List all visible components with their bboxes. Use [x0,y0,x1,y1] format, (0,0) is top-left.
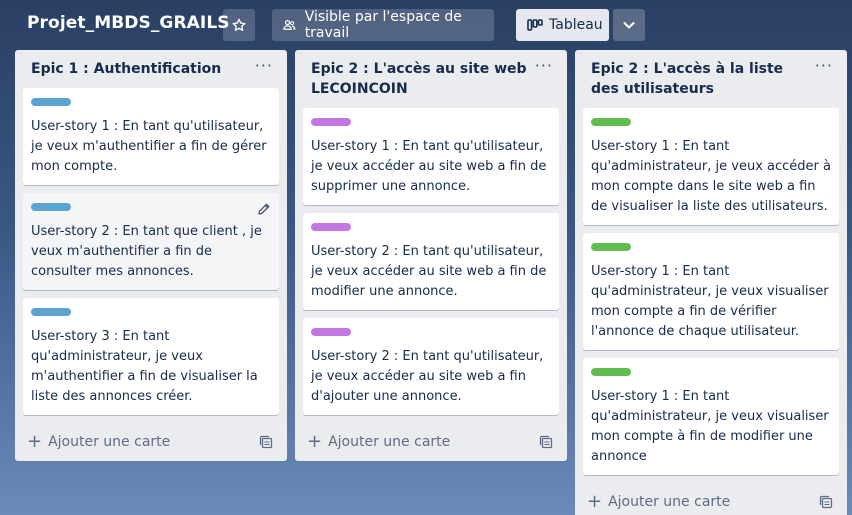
add-card-label: Ajouter une carte [608,494,731,510]
card-label-purple[interactable] [311,118,351,126]
card-text: User-story 1 : En tant qu'utilisateur, j… [311,139,547,194]
card[interactable]: User-story 2 : En tant qu'utilisateur, j… [303,213,559,310]
card[interactable]: User-story 1 : En tant qu'utilisateur, j… [303,108,559,205]
card-text: User-story 2 : En tant qu'utilisateur, j… [311,244,547,299]
list-title[interactable]: Epic 2 : L'accès au site web LECOINCOIN [311,59,527,99]
plus-icon: + [27,431,43,452]
card-text: User-story 1 : En tant qu'administrateur… [591,389,829,464]
add-card-button[interactable]: + Ajouter une carte [295,423,567,461]
card-label-purple[interactable] [311,223,351,231]
board-view-label: Tableau [549,17,603,33]
card[interactable]: User-story 1 : En tant qu'administrateur… [583,358,839,475]
card[interactable]: User-story 2 : En tant qu'utilisateur, j… [303,318,559,415]
card-label-blue[interactable] [31,203,71,211]
card-label-blue[interactable] [31,98,71,106]
board-title[interactable]: Projet_MBDS_GRAILS [27,13,230,33]
board-header: Projet_MBDS_GRAILS Visible par l'espace … [0,0,852,50]
board-view-button[interactable]: Tableau [516,9,609,41]
card[interactable]: User-story 3 : En tant qu'administrateur… [23,298,279,415]
list-epic-1: Epic 1 : Authentification ··· User-story… [15,50,287,461]
list-epic-2-site-web: Epic 2 : L'accès au site web LECOINCOIN … [295,50,567,461]
list-title[interactable]: Epic 1 : Authentification [31,59,247,79]
star-button[interactable] [223,9,255,41]
card-template-icon[interactable] [539,435,553,449]
list-menu-icon[interactable]: ··· [815,56,833,75]
card-label-green[interactable] [591,118,631,126]
add-card-label: Ajouter une carte [48,434,171,450]
card-label-green[interactable] [591,368,631,376]
add-card-button[interactable]: + Ajouter une carte [575,483,847,515]
list-menu-icon[interactable]: ··· [255,56,273,75]
card[interactable]: User-story 1 : En tant qu'administrateur… [583,233,839,350]
list-header: Epic 1 : Authentification ··· [15,50,287,79]
card-template-icon[interactable] [259,435,273,449]
board-icon [527,19,543,31]
card-text: User-story 1 : En tant qu'utilisateur, j… [31,119,267,174]
card-label-green[interactable] [591,243,631,251]
list-menu-icon[interactable]: ··· [535,56,553,75]
visibility-label: Visible par l'espace de travail [304,9,462,41]
card-text: User-story 2 : En tant qu'utilisateur, j… [311,349,544,404]
card-text: User-story 1 : En tant qu'administrateur… [591,139,831,214]
card-text: User-story 3 : En tant qu'administrateur… [31,329,258,404]
list-header: Epic 2 : L'accès au site web LECOINCOIN … [295,50,567,99]
card-text: User-story 1 : En tant qu'administrateur… [591,264,829,339]
list-title[interactable]: Epic 2 : L'accès à la liste des utilisat… [591,59,807,99]
card-label-blue[interactable] [31,308,71,316]
plus-icon: + [307,431,323,452]
card-label-purple[interactable] [311,328,351,336]
team-icon [283,19,296,30]
pencil-icon[interactable] [257,202,271,216]
chevron-down-icon [623,22,635,29]
card-template-icon[interactable] [819,495,833,509]
plus-icon: + [587,491,603,512]
star-icon [232,18,246,31]
list-epic-2-utilisateurs: Epic 2 : L'accès à la liste des utilisat… [575,50,847,515]
card[interactable]: User-story 1 : En tant qu'utilisateur, j… [23,88,279,185]
visibility-button[interactable]: Visible par l'espace de travail [272,9,494,41]
list-header: Epic 2 : L'accès à la liste des utilisat… [575,50,847,99]
view-dropdown-button[interactable] [613,9,645,41]
card[interactable]: User-story 1 : En tant qu'administrateur… [583,108,839,225]
add-card-button[interactable]: + Ajouter une carte [15,423,287,461]
card[interactable]: User-story 2 : En tant que client , je v… [23,193,279,290]
add-card-label: Ajouter une carte [328,434,451,450]
card-text: User-story 2 : En tant que client , je v… [31,224,262,279]
